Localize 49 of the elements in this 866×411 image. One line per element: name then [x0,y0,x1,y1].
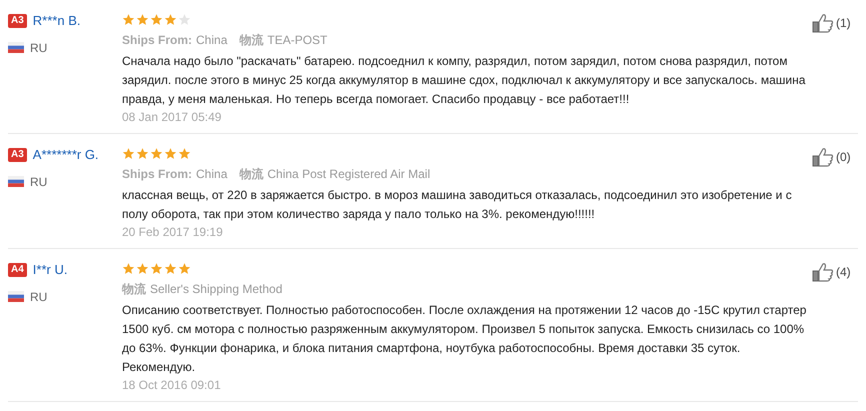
flag-icon [8,176,24,187]
review-date: 20 Feb 2017 19:19 [122,224,223,240]
review-text: Описанию соответствует. Полностью работоспособен. После охлаждения на протяжении 12 часов до -15С крутил стартер 1500 куб. см мотора с полностью разряженным аккумулятором. Произвел 5 попыток запуска. Емкость снизилась со 100% до 63%. Функции фонарика, и блока питания смартфона, ноутбука работоспособны. Время доставки 35 суток. Рекомендую. [122,302,808,376]
level-badge: A3 [8,14,27,28]
star-icon [136,262,149,274]
reviewer-name[interactable]: I**r U. [32,260,68,280]
ships-from-value: China [196,166,228,183]
star-icon [150,12,163,26]
star-icon [136,146,149,160]
flag-icon [8,291,24,302]
review-date: 08 Jan 2017 05:49 [122,109,222,125]
star-icon [178,146,191,160]
ships-from-label: Ships From: [122,32,192,49]
logistics-label: 物流 [239,32,264,49]
logistics-value: Seller's Shipping Method [150,281,282,298]
level-badge: A4 [8,262,27,277]
thumbs-up-icon [812,13,834,33]
star-icon [122,262,135,274]
reviewer-name[interactable]: A*******r G. [32,145,99,164]
star-icon [150,262,163,274]
country-code: RU [30,40,48,56]
thumbs-up-icon [812,147,834,167]
star-icon [136,12,149,26]
logistics-label: 物流 [122,281,146,298]
reviewer-name[interactable]: R***n B. [32,11,80,30]
review-text: классная вещь, от 220 в заряжается быстро. в мороз машина заводиться отказалась, подсоединил это изобретение и с полу оборота, так при этом количество заряда у пало только на 3%. рекомендую!!!!!! [122,187,793,223]
review-date: 18 Oct 2016 09:01 [122,377,221,393]
review-text: Сначала надо было "раскачать" батарею. подсоеднил к компу, разрядил, потом зарядил, потом снова разрядил, потом зарядил. после этого в минус 25 когда аккумулятор в машине сдох, подключал к аккумулятору и все запускалось. машина правда, у меня маленькая. Но теперь всегда помогает. Спасибо продавцу - все работает!!! [122,53,806,108]
thumbs-up-icon [812,262,834,282]
logistics-value: China Post Registered Air Mail [267,166,430,183]
star-icon [164,262,177,274]
logistics-value: TEA-POST [267,32,328,49]
flag-icon [8,42,24,53]
level-badge: A3 [8,148,27,162]
ships-from-label: Ships From: [122,166,192,183]
like-button[interactable]: (0) [812,147,851,167]
like-button[interactable]: (4) [812,262,851,282]
country-code: RU [30,174,48,190]
star-icon [150,146,163,160]
like-button[interactable]: (1) [812,13,851,33]
country-code: RU [30,288,48,306]
star-icon [178,262,191,274]
star-icon [164,146,177,160]
star-icon [122,146,135,160]
ships-from-value: China [196,32,228,49]
logistics-label: 物流 [239,166,264,183]
star-icon [164,12,177,26]
star-icon [178,12,191,26]
star-icon [122,12,135,26]
